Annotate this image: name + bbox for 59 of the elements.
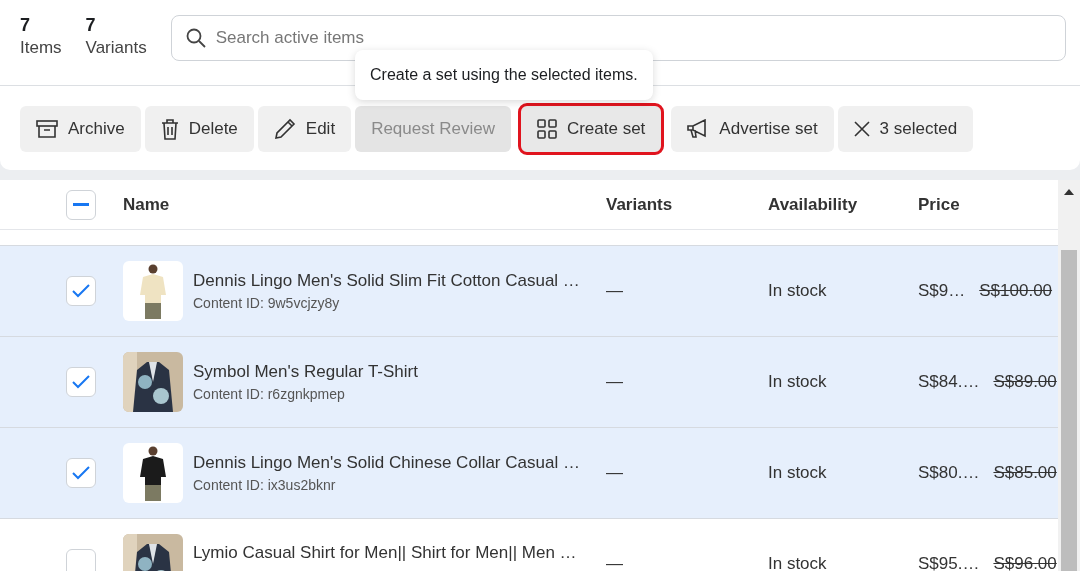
price: S$95.… bbox=[918, 553, 980, 571]
old-price: S$100.00 bbox=[979, 280, 1053, 303]
stat-count: 7 bbox=[85, 14, 97, 37]
action-button[interactable]: Create set bbox=[520, 106, 662, 152]
action-button[interactable]: 3 selected bbox=[837, 106, 974, 152]
trash-icon bbox=[160, 118, 179, 140]
old-price: S$96.00 bbox=[993, 553, 1057, 571]
table-row[interactable]: Dennis Lingo Men's Solid Chinese Collar Casual … Content ID: ix3us2bknr — In stock S$80.… S$85.00 bbox=[0, 428, 1058, 519]
content-id: Content ID: r6zgnkpmep bbox=[193, 385, 346, 405]
table-row[interactable]: Lymio Casual Shirt for Men|| Shirt for Men|| Men … — In stock S$95.… S$96.00 bbox=[0, 519, 1058, 571]
product-name[interactable]: Lymio Casual Shirt for Men|| Shirt for Men|| Men … bbox=[193, 540, 577, 566]
check-icon bbox=[72, 375, 90, 389]
grid-icon bbox=[536, 119, 557, 139]
scrollbar[interactable] bbox=[1058, 180, 1080, 571]
table-cell-text: In stock bbox=[768, 371, 828, 394]
table-row[interactable]: Symbol Men's Regular T-Shirt Content ID: r6zgnkpmep — In stock S$84.… S$89.00 bbox=[0, 337, 1058, 428]
table-cell-text: In stock bbox=[768, 553, 828, 571]
close-icon bbox=[853, 121, 870, 137]
content-id: Content ID: ix3us2bknr bbox=[193, 476, 337, 496]
table-cell-text: — bbox=[606, 280, 624, 303]
check-icon bbox=[72, 466, 90, 480]
table-row[interactable]: Dennis Lingo Men's Solid Slim Fit Cotton Casual … Content ID: 9w5vcjzy8y — In stock S$9… S$100.00 bbox=[0, 246, 1058, 337]
product-name[interactable]: Dennis Lingo Men's Solid Slim Fit Cotton Casual … bbox=[193, 267, 580, 294]
old-price: S$89.00 bbox=[993, 371, 1057, 394]
stat-label: Variants bbox=[85, 37, 147, 59]
old-price: S$85.00 bbox=[993, 462, 1057, 485]
product-name[interactable]: Dennis Lingo Men's Solid Chinese Collar Casual … bbox=[193, 449, 580, 476]
stat-count: 7 bbox=[20, 14, 31, 37]
table-cell-text: — bbox=[606, 553, 624, 571]
pencil-icon bbox=[273, 118, 296, 140]
action-button[interactable]: Advertise set bbox=[671, 106, 834, 152]
minus-icon bbox=[73, 203, 89, 206]
select-all-checkbox[interactable] bbox=[66, 189, 96, 220]
tooltip: Create a set using the selected items. bbox=[355, 50, 653, 100]
row-checkbox[interactable] bbox=[66, 549, 96, 571]
product-name[interactable]: Symbol Men's Regular T-Shirt bbox=[193, 358, 418, 385]
row-checkbox[interactable] bbox=[66, 276, 96, 306]
price: S$80.… bbox=[918, 462, 980, 485]
column-header[interactable]: Variants bbox=[606, 191, 768, 218]
table-cell-text: — bbox=[606, 462, 624, 485]
table-cell-text: In stock bbox=[768, 280, 828, 303]
table-cell-text: — bbox=[606, 371, 624, 394]
action-button[interactable]: Delete bbox=[144, 106, 254, 152]
price: S$84.… bbox=[918, 371, 980, 394]
column-header[interactable]: Name bbox=[123, 191, 606, 218]
check-icon bbox=[72, 284, 90, 298]
row-checkbox[interactable] bbox=[66, 367, 96, 397]
action-button[interactable]: Edit bbox=[257, 106, 352, 152]
action-button[interactable]: Archive bbox=[20, 106, 141, 152]
price: S$9… bbox=[918, 280, 966, 303]
search-icon bbox=[185, 28, 206, 48]
stat-label: Items bbox=[20, 37, 62, 59]
column-header[interactable]: Price bbox=[918, 191, 1058, 218]
row-checkbox[interactable] bbox=[66, 458, 96, 488]
content-id: Content ID: 9w5vcjzy8y bbox=[193, 294, 341, 314]
scroll-up-icon[interactable] bbox=[1064, 189, 1074, 195]
column-header[interactable]: Availability bbox=[768, 191, 918, 218]
archive-icon bbox=[36, 119, 58, 139]
table-cell-text: In stock bbox=[768, 462, 828, 485]
